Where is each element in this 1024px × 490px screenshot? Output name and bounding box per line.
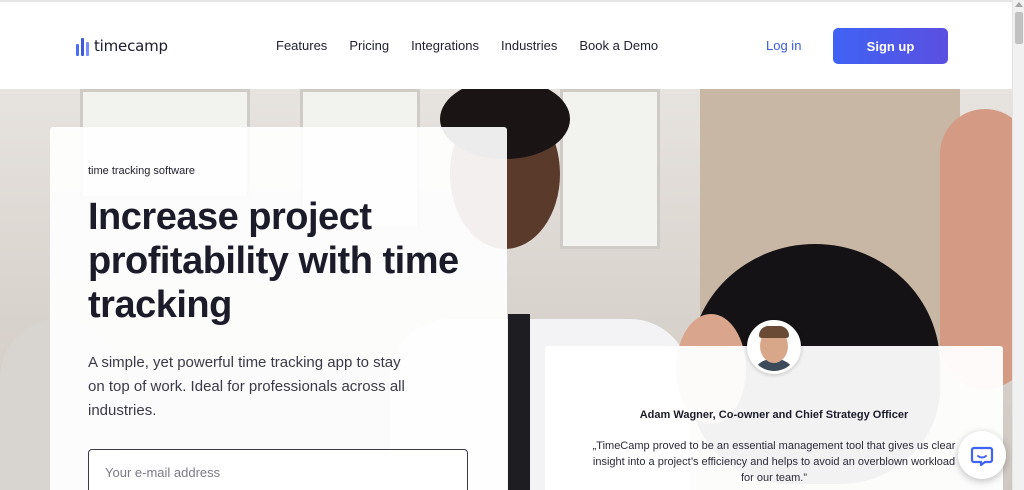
nav-integrations[interactable]: Integrations (411, 38, 479, 53)
nav-pricing[interactable]: Pricing (349, 38, 389, 53)
page-scrollbar[interactable] (1012, 0, 1024, 490)
scroll-up-arrow-icon[interactable] (1015, 2, 1023, 7)
hero-headline: Increase project profitability with time… (88, 196, 459, 326)
login-link[interactable]: Log in (766, 38, 801, 53)
hero-card: time tracking software Increase project … (50, 127, 507, 490)
chat-bubble-icon[interactable] (958, 431, 1006, 479)
nav-book-a-demo[interactable]: Book a Demo (579, 38, 658, 53)
hero-subtext: A simple, yet powerful time tracking app… (88, 354, 405, 419)
timecamp-logo[interactable]: timecamp (76, 36, 168, 56)
email-input[interactable] (88, 449, 468, 490)
logo-text: timecamp (94, 37, 168, 55)
hero-eyebrow: time tracking software (88, 165, 195, 177)
nav-features[interactable]: Features (276, 38, 327, 53)
site-header: timecamp Features Pricing Integrations I… (0, 2, 1012, 89)
testimonial-quote: „TimeCamp proved to be an essential mana… (592, 440, 956, 484)
timecamp-logo-icon (76, 36, 89, 56)
testimonial-avatar (747, 320, 801, 374)
nav-industries[interactable]: Industries (501, 38, 557, 53)
testimonial-name: Adam Wagner, Co-owner and Chief Strategy… (639, 409, 909, 421)
scroll-thumb[interactable] (1015, 12, 1023, 44)
main-nav: Features Pricing Integrations Industries… (276, 38, 658, 53)
signup-button[interactable]: Sign up (833, 28, 948, 64)
